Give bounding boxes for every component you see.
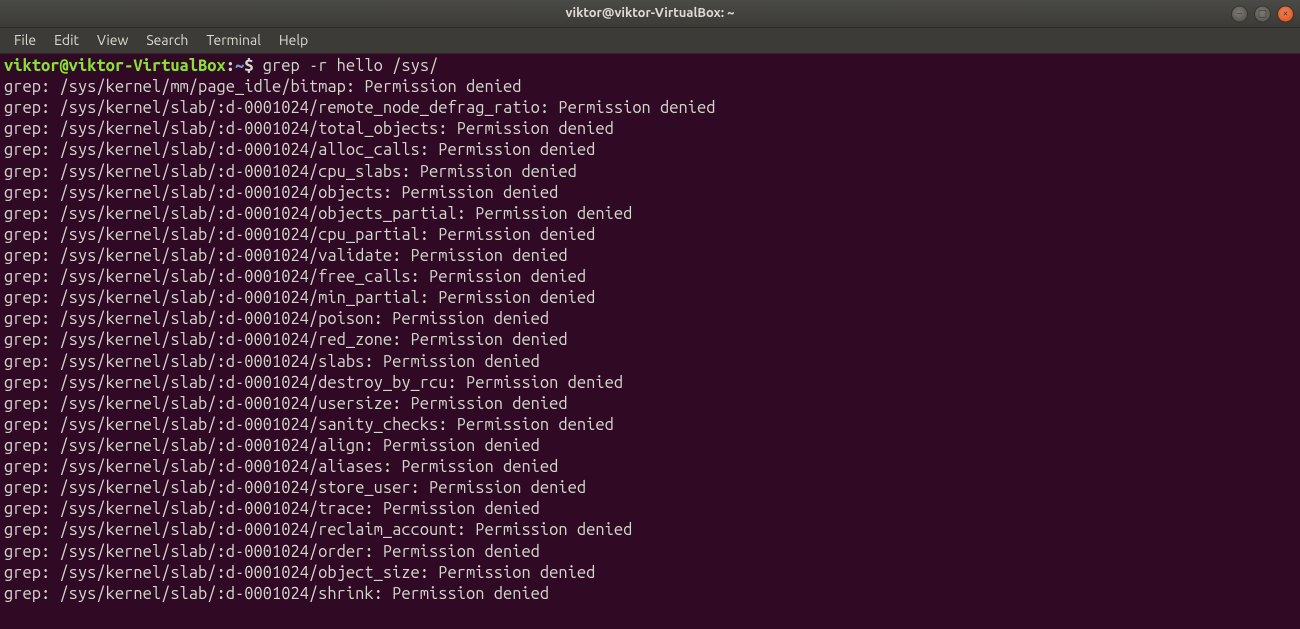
minimize-icon: – xyxy=(1237,7,1242,20)
window-controls: – ▢ × xyxy=(1231,5,1294,22)
window-titlebar: viktor@viktor-VirtualBox: ~ – ▢ × xyxy=(0,0,1300,28)
output-line: grep: /sys/kernel/slab/:d-0001024/alloc_… xyxy=(4,140,1296,161)
close-button[interactable]: × xyxy=(1277,5,1294,22)
prompt-user-host: viktor@viktor-VirtualBox xyxy=(4,57,226,75)
output-line: grep: /sys/kernel/slab/:d-0001024/red_zo… xyxy=(4,330,1296,351)
output-line: grep: /sys/kernel/slab/:d-0001024/free_c… xyxy=(4,267,1296,288)
menu-help[interactable]: Help xyxy=(271,29,316,53)
output-line: grep: /sys/kernel/slab/:d-0001024/aliase… xyxy=(4,457,1296,478)
output-line: grep: /sys/kernel/slab/:d-0001024/cpu_sl… xyxy=(4,162,1296,183)
output-line: grep: /sys/kernel/slab/:d-0001024/valida… xyxy=(4,246,1296,267)
output-line: grep: /sys/kernel/slab/:d-0001024/trace:… xyxy=(4,499,1296,520)
output-line: grep: /sys/kernel/slab/:d-0001024/reclai… xyxy=(4,520,1296,541)
output-line: grep: /sys/kernel/slab/:d-0001024/sanity… xyxy=(4,415,1296,436)
output-line: grep: /sys/kernel/slab/:d-0001024/remote… xyxy=(4,98,1296,119)
output-line: grep: /sys/kernel/slab/:d-0001024/destro… xyxy=(4,373,1296,394)
output-line: grep: /sys/kernel/slab/:d-0001024/cpu_pa… xyxy=(4,225,1296,246)
output-line: grep: /sys/kernel/slab/:d-0001024/usersi… xyxy=(4,394,1296,415)
maximize-button[interactable]: ▢ xyxy=(1254,5,1271,22)
output-line: grep: /sys/kernel/slab/:d-0001024/total_… xyxy=(4,119,1296,140)
prompt-colon: : xyxy=(226,57,235,75)
prompt-line: viktor@viktor-VirtualBox:~$ grep -r hell… xyxy=(4,56,1296,77)
output-line: grep: /sys/kernel/slab/:d-0001024/slabs:… xyxy=(4,352,1296,373)
output-line: grep: /sys/kernel/slab/:d-0001024/min_pa… xyxy=(4,288,1296,309)
output-line: grep: /sys/kernel/slab/:d-0001024/poison… xyxy=(4,309,1296,330)
output-line: grep: /sys/kernel/slab/:d-0001024/align:… xyxy=(4,436,1296,457)
menu-search[interactable]: Search xyxy=(138,29,196,53)
output-line: grep: /sys/kernel/slab/:d-0001024/object… xyxy=(4,204,1296,225)
output-line: grep: /sys/kernel/slab/:d-0001024/shrink… xyxy=(4,584,1296,605)
terminal-area[interactable]: viktor@viktor-VirtualBox:~$ grep -r hell… xyxy=(0,54,1300,607)
command-text: grep -r hello /sys/ xyxy=(263,57,439,75)
close-icon: × xyxy=(1283,7,1289,20)
menu-terminal[interactable]: Terminal xyxy=(198,29,269,53)
output-line: grep: /sys/kernel/slab/:d-0001024/object… xyxy=(4,563,1296,584)
prompt-symbol: $ xyxy=(244,57,262,75)
menu-edit[interactable]: Edit xyxy=(46,29,87,53)
window-title: viktor@viktor-VirtualBox: ~ xyxy=(566,5,735,22)
menu-view[interactable]: View xyxy=(89,29,136,53)
menu-file[interactable]: File xyxy=(6,29,44,53)
maximize-icon: ▢ xyxy=(1258,7,1267,20)
output-line: grep: /sys/kernel/slab/:d-0001024/object… xyxy=(4,183,1296,204)
minimize-button[interactable]: – xyxy=(1231,5,1248,22)
output-line: grep: /sys/kernel/slab/:d-0001024/store_… xyxy=(4,478,1296,499)
output-line: grep: /sys/kernel/mm/page_idle/bitmap: P… xyxy=(4,77,1296,98)
output-line: grep: /sys/kernel/slab/:d-0001024/order:… xyxy=(4,542,1296,563)
menubar: File Edit View Search Terminal Help xyxy=(0,28,1300,54)
prompt-path: ~ xyxy=(235,57,244,75)
